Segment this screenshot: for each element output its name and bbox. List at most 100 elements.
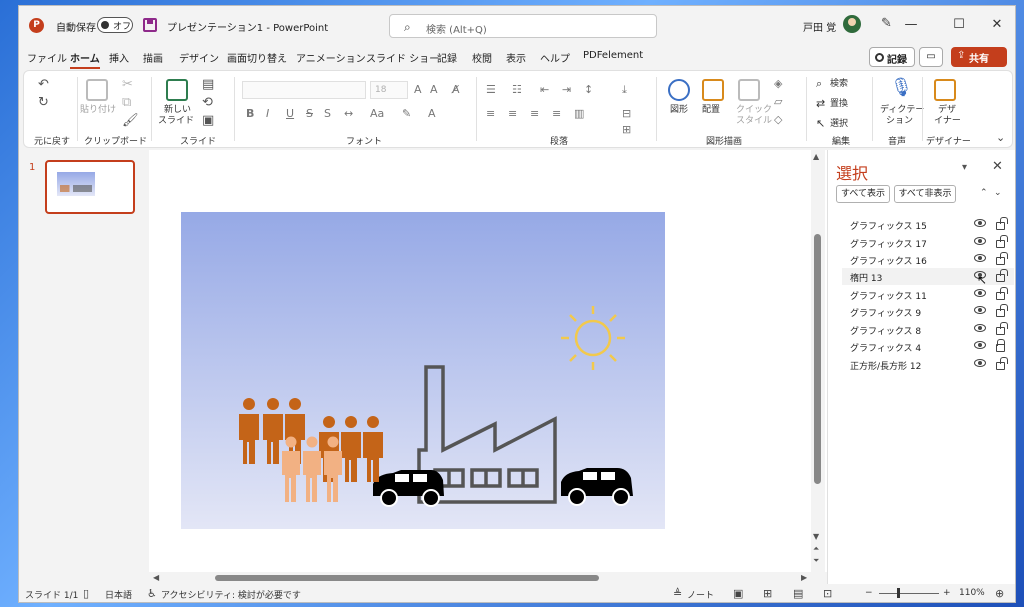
show-all-button[interactable]: すべて表示 [836,185,890,203]
tab-transitions[interactable]: 画面切り替え [227,50,287,65]
columns-icon[interactable]: ▥ [574,107,584,120]
tab-file[interactable]: ファイル [27,50,67,65]
numbering-icon[interactable]: ☷ [512,83,522,96]
eye-icon[interactable] [974,359,986,367]
zoom-slider-handle[interactable] [897,588,900,598]
shape-effects-icon[interactable]: ◇ [774,113,782,126]
pane-options-icon[interactable]: ▾ [962,162,967,173]
align-right-icon[interactable]: ≡ [530,107,539,120]
slide-sorter-icon[interactable]: ⊞ [763,587,772,600]
bring-forward-icon[interactable]: ⌃ [980,188,988,198]
increase-indent-icon[interactable]: ⇥ [562,83,571,96]
ribbon-collapse-icon[interactable]: ⌄ [996,131,1005,144]
undo-icon[interactable]: ↶ [38,77,49,92]
copy-icon[interactable]: ⧉ [122,95,131,110]
slide-canvas[interactable] [181,212,665,529]
strikethrough-button[interactable]: S [306,107,313,120]
car-graphic-left[interactable] [373,470,444,507]
unlock-icon[interactable] [996,217,1008,230]
pane-close-icon[interactable]: ✕ [992,159,1003,174]
scroll-left-icon[interactable]: ◀ [153,573,159,582]
unlock-icon[interactable] [996,357,1008,370]
send-backward-icon[interactable]: ⌄ [994,188,1002,198]
italic-button[interactable]: I [266,107,269,120]
people-graphic-light[interactable] [282,436,342,503]
user-name[interactable]: 戸田 覚 [803,19,836,34]
tab-home[interactable]: ホーム [70,50,100,69]
close-button[interactable]: ✕ [985,14,1009,36]
selection-item[interactable]: グラフィックス 4 [842,338,1014,355]
select-label[interactable]: 選択 [830,119,848,130]
comment-button[interactable]: ▭ [919,47,943,67]
accessibility-status[interactable]: アクセシビリティ: 検討が必要です [161,588,301,601]
selection-item[interactable]: グラフィックス 9 [842,303,1014,320]
char-spacing-icon[interactable]: ↔ [344,107,353,120]
language-label[interactable]: 日本語 [105,588,132,601]
font-size-select[interactable]: 18 [370,81,408,99]
tab-review[interactable]: 校閲 [472,50,492,65]
notes-button[interactable]: ノート [687,588,714,601]
selection-item[interactable]: 楕円 13 [842,268,1014,285]
pen-icon[interactable]: ✎ [881,16,892,31]
selection-item[interactable]: グラフィックス 16 [842,251,1014,268]
tab-insert[interactable]: 挿入 [109,50,129,65]
sun-graphic[interactable] [561,306,625,370]
text-direction-icon[interactable]: ⤓ [622,83,627,97]
eye-icon[interactable] [974,306,986,314]
selection-item[interactable]: 正方形/長方形 12 [842,356,1014,373]
unlock-icon[interactable] [996,269,1008,282]
replace-label[interactable]: 置換 [830,99,848,110]
fit-to-window-icon[interactable]: ⊕ [995,587,1004,600]
normal-view-icon[interactable]: ▣ [733,587,743,600]
eye-icon[interactable] [974,289,986,297]
notes-icon[interactable]: ≜ [673,587,682,600]
find-icon[interactable]: ⌕ [816,77,822,91]
selection-item[interactable]: グラフィックス 8 [842,321,1014,338]
quick-style-icon[interactable] [738,79,760,101]
scroll-down-icon[interactable]: ▼ [813,532,819,541]
unlock-icon[interactable] [996,304,1008,317]
align-left-icon[interactable]: ≡ [486,107,495,120]
autosave-toggle[interactable]: オフ [97,17,133,33]
reading-view-icon[interactable]: ▤ [793,587,803,600]
selection-item[interactable]: グラフィックス 11 [842,286,1014,303]
format-painter-icon[interactable]: 🖌 [122,113,139,128]
shapes-icon[interactable] [668,79,690,101]
layout-icon[interactable]: ▤ [202,77,214,92]
zoom-level[interactable]: 110% [959,588,985,598]
bold-button[interactable]: B [246,107,254,120]
align-center-icon[interactable]: ≡ [508,107,517,120]
tab-record[interactable]: 記録 [437,50,457,65]
align-text-icon[interactable]: ⊟ [622,107,631,120]
scroll-up-icon[interactable]: ▲ [813,152,819,161]
selection-item[interactable]: グラフィックス 17 [842,234,1014,251]
search-input[interactable]: ⌕ 検索 (Alt+Q) [389,14,657,38]
font-color-icon[interactable]: A [428,107,436,120]
next-slide-icon[interactable]: ⏷ [813,556,819,566]
horizontal-scrollbar[interactable]: ◀ ▶ [149,572,811,584]
underline-button[interactable]: U [286,107,294,120]
lock-icon[interactable] [996,339,1005,352]
prev-slide-icon[interactable]: ⏶ [813,544,819,554]
tab-slideshow[interactable]: スライド ショー [366,50,439,65]
arrange-icon[interactable] [702,79,724,101]
unlock-icon[interactable] [996,322,1008,335]
justify-icon[interactable]: ≡ [552,107,561,120]
selection-item[interactable]: グラフィックス 15 [842,216,1014,233]
zoom-in-button[interactable]: + [943,588,951,598]
horizontal-scroll-thumb[interactable] [215,575,599,581]
accessibility-icon[interactable]: ♿ [147,587,157,600]
reset-icon[interactable]: ⟲ [202,95,213,110]
find-label[interactable]: 検索 [830,79,848,90]
section-icon[interactable]: ▣ [202,113,214,128]
redo-icon[interactable]: ↻ [38,95,49,110]
select-icon[interactable]: ↖ [816,117,825,130]
replace-icon[interactable]: ⇄ [816,97,825,110]
zoom-out-button[interactable]: − [865,588,873,598]
new-slide-icon[interactable] [166,79,188,101]
microphone-icon[interactable]: 🎙 [890,77,913,98]
smartart-icon[interactable]: ⊞ [622,123,631,136]
font-grow-icon[interactable]: A [414,83,422,96]
record-button[interactable]: 記録 [869,47,915,67]
eye-icon[interactable] [974,254,986,262]
